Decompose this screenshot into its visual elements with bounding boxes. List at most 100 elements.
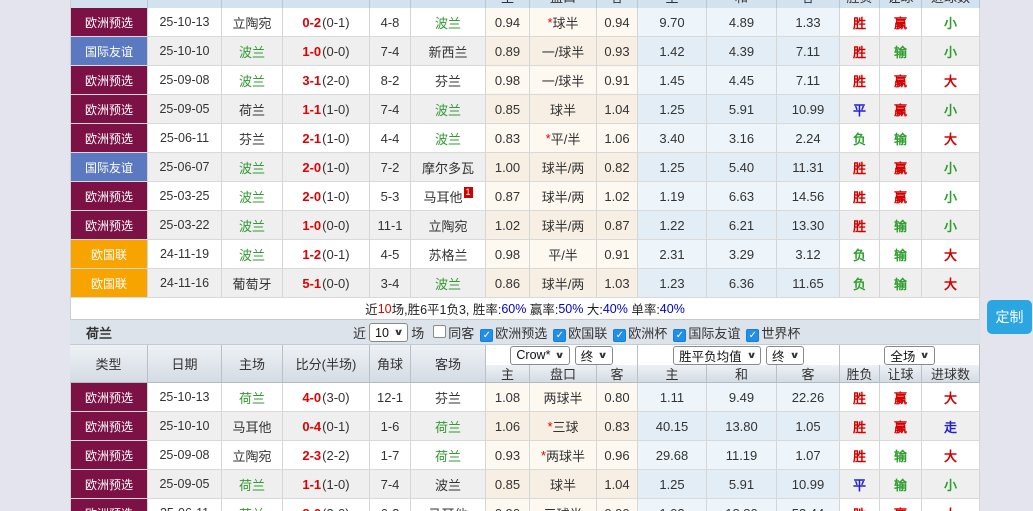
home-team: 荷兰: [222, 499, 283, 511]
away-team: 新西兰: [411, 37, 486, 66]
avg-draw: 13.80: [707, 412, 777, 441]
filter-checkbox[interactable]: [746, 329, 760, 342]
handicap-result-cell: 赢: [880, 499, 922, 511]
league-cell: 欧洲预选: [70, 499, 148, 511]
scope-select[interactable]: 全场 ∨: [884, 345, 935, 365]
red-card-badge: 1: [463, 187, 473, 198]
league-cell: 欧洲预选: [70, 95, 148, 124]
odds-home: 1.02: [486, 211, 530, 240]
goals-result-cell: 大: [922, 124, 980, 153]
away-team: 波兰: [411, 470, 486, 499]
avg-away: 13.30: [777, 211, 840, 240]
odds-home: 0.90: [486, 499, 530, 511]
odds-away: 1.02: [597, 182, 638, 211]
odds-home: 0.98: [486, 66, 530, 95]
date-cell: 25-06-07: [148, 153, 222, 182]
league-cell: 欧洲预选: [70, 383, 148, 412]
chevron-down-icon: ∨: [554, 349, 566, 360]
odds-home: 0.85: [486, 95, 530, 124]
odds-away: 0.90: [597, 499, 638, 511]
handicap-cell: 球半: [530, 95, 597, 124]
filter-checkbox[interactable]: [673, 329, 687, 342]
league-cell: 欧洲预选: [70, 211, 148, 240]
avg-draw: 6.21: [707, 211, 777, 240]
col-header-goals: 进球数: [922, 0, 980, 8]
league-cell: 欧洲预选: [70, 412, 148, 441]
home-team: 波兰: [222, 240, 283, 269]
date-cell: 25-10-13: [148, 383, 222, 412]
handicap-cell: * 两球半: [530, 441, 597, 470]
result-cell: 胜: [840, 383, 880, 412]
avg-home: 1.11: [638, 383, 707, 412]
avg-home: 1.23: [638, 269, 707, 298]
home-team: 芬兰: [222, 124, 283, 153]
final-odds-select-1[interactable]: 终 ∨: [574, 345, 613, 365]
handicap-result-cell: 赢: [880, 383, 922, 412]
filter-checkbox-label: 欧洲杯: [628, 326, 668, 341]
result-cell: 胜: [840, 8, 880, 37]
filter-checkbox[interactable]: [553, 329, 567, 342]
avg-home: 40.15: [638, 412, 707, 441]
filter-checkbox[interactable]: [433, 325, 447, 338]
avg-home: 3.40: [638, 124, 707, 153]
avg-home: 1.25: [638, 470, 707, 499]
avg-draw: 6.63: [707, 182, 777, 211]
date-cell: 24-11-19: [148, 240, 222, 269]
handicap-cell: * 球半: [530, 8, 597, 37]
col-header-away: 客场: [411, 345, 486, 383]
handicap-result-cell: 赢: [880, 8, 922, 37]
near-label: 近: [353, 326, 367, 341]
corner-cell: 4-8: [370, 8, 411, 37]
col-header-handicap-result: 让球: [880, 0, 922, 8]
score-cell: 2-3 (2-2): [283, 441, 370, 470]
odds-away: 1.03: [597, 269, 638, 298]
score-cell: 4-0 (3-0): [283, 383, 370, 412]
matches-label: 场: [411, 326, 425, 341]
result-cell: 胜: [840, 66, 880, 95]
summary-segment: 60%: [501, 301, 527, 316]
home-team: 波兰: [222, 37, 283, 66]
handicap-result-cell: 赢: [880, 95, 922, 124]
corner-cell: 3-4: [370, 269, 411, 298]
corner-cell: 12-1: [370, 383, 411, 412]
home-team: 波兰: [222, 182, 283, 211]
avg-draw: 9.49: [707, 383, 777, 412]
bottom-table: 欧洲预选 25-10-13 荷兰 4-0 (3-0) 12-1 芬兰 1.08 两…: [70, 383, 980, 511]
away-team: 荷兰: [411, 441, 486, 470]
home-team: 荷兰: [222, 95, 283, 124]
matches-count-select[interactable]: 10 ∨: [369, 323, 409, 342]
corner-cell: 5-3: [370, 182, 411, 211]
avg-draw: 5.91: [707, 95, 777, 124]
col-header-date: 日期: [148, 345, 222, 383]
result-cell: 胜: [840, 37, 880, 66]
col-header-handicap-result: 让球: [880, 365, 922, 383]
chevron-down-icon: ∨: [393, 327, 404, 337]
score-cell: 0-2 (0-1): [283, 8, 370, 37]
summary-segment: 40%: [602, 301, 628, 316]
customize-button[interactable]: 定制: [987, 300, 1032, 334]
col-header-home-odds: 主: [486, 0, 530, 8]
match-row: 欧洲预选 25-06-11 芬兰 2-1 (1-0) 4-4 波兰 0.83 * 平…: [70, 124, 980, 153]
match-row: 欧洲预选 25-09-05 荷兰 1-1 (1-0) 7-4 波兰 0.85 球半…: [70, 470, 980, 499]
goals-result-cell: 小: [922, 211, 980, 240]
col-header-handicap: 盘口: [530, 365, 597, 383]
summary-segment: 单率:: [627, 303, 660, 317]
handicap-result-cell: 赢: [880, 182, 922, 211]
home-team: 立陶宛: [222, 441, 283, 470]
filter-checkbox-label: 世界杯: [761, 326, 801, 341]
avg-odds-select[interactable]: 胜平负均值 ∨: [673, 345, 761, 365]
col-header-goals: 进球数: [922, 365, 980, 383]
corner-cell: 7-4: [370, 470, 411, 499]
match-row: 欧洲预选 25-03-22 波兰 1-0 (0-0) 11-1 立陶宛 1.02 …: [70, 211, 980, 240]
handicap-cell: 一/球半: [530, 66, 597, 95]
filter-checkbox[interactable]: [480, 329, 494, 342]
corner-cell: 1-7: [370, 441, 411, 470]
final-odds-select-2[interactable]: 终 ∨: [766, 345, 804, 365]
date-cell: 25-10-10: [148, 412, 222, 441]
filter-checkbox[interactable]: [613, 329, 627, 342]
company-select[interactable]: Crow* ∨: [510, 345, 570, 365]
score-cell: 2-1 (1-0): [283, 124, 370, 153]
odds-away: 0.91: [597, 240, 638, 269]
col-header-avg-away: 客: [777, 0, 840, 8]
odds-home: 0.93: [486, 441, 530, 470]
